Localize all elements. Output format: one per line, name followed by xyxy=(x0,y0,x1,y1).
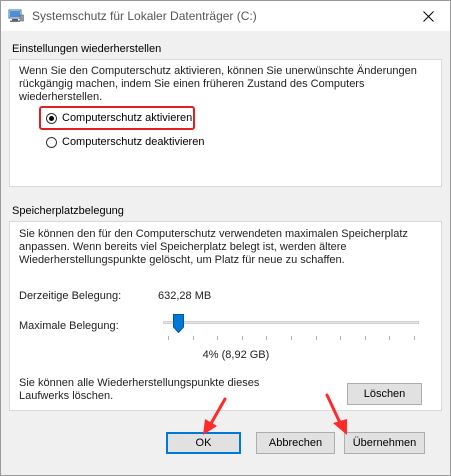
storage-panel: Sie können den für den Computerschutz ve… xyxy=(9,221,442,411)
radio-button-unselected[interactable] xyxy=(46,136,57,148)
slider-tick xyxy=(266,336,268,340)
arrow-ok-icon xyxy=(203,397,227,435)
close-button[interactable] xyxy=(406,1,450,31)
radio-enable-label: Computerschutz aktivieren xyxy=(62,112,193,124)
computer-drive-icon xyxy=(8,9,24,22)
slider-tick xyxy=(340,336,342,340)
max-usage-value: 4% (8,92 GB) xyxy=(202,349,270,361)
storage-description-line-2: anpassen. Wenn bereits viel Speicherplat… xyxy=(19,241,347,253)
slider-tick xyxy=(168,336,169,340)
window-title: Systemschutz für Lokaler Datenträger (C:… xyxy=(32,9,257,23)
apply-button[interactable]: Übernehmen xyxy=(344,432,425,454)
restore-settings-panel: Wenn Sie den Computerschutz aktivieren, … xyxy=(9,59,442,187)
radio-disable-protection[interactable]: Computerschutz deaktivieren xyxy=(46,133,204,151)
system-protection-dialog: Systemschutz für Lokaler Datenträger (C:… xyxy=(0,0,451,476)
restore-description-line-3: wiederherstellen. xyxy=(19,91,103,103)
slider-tick xyxy=(241,336,243,340)
restore-description-line-1: Wenn Sie den Computerschutz aktivieren, … xyxy=(19,65,417,77)
radio-disable-label: Computerschutz deaktivieren xyxy=(62,136,205,148)
radio-enable-protection[interactable]: Computerschutz aktivieren xyxy=(46,109,192,127)
current-usage-value: 632,28 MB xyxy=(158,290,212,302)
close-icon xyxy=(422,10,434,22)
radio-button-selected[interactable] xyxy=(46,112,57,124)
storage-heading: Speicherplatzbelegung xyxy=(12,205,124,217)
slider-tick xyxy=(315,336,317,340)
arrow-apply-icon xyxy=(325,393,347,435)
max-usage-slider-track[interactable] xyxy=(163,321,419,324)
slider-tick xyxy=(389,336,391,340)
restore-description-line-2: rückgängig machen, indem Sie einen frühe… xyxy=(19,78,365,90)
slider-tick xyxy=(192,336,194,340)
delete-text-line-1: Sie können alle Wiederherstellungspunkte… xyxy=(19,377,260,389)
storage-description-line-1: Sie können den für den Computerschutz ve… xyxy=(19,228,408,240)
slider-tick xyxy=(291,336,292,340)
delete-text-line-2: Laufwerks löschen. xyxy=(19,390,114,402)
restore-settings-heading: Einstellungen wiederherstellen xyxy=(12,43,162,55)
slider-tick xyxy=(414,336,415,340)
storage-description-line-3: Wiederherstellungspunkte gelöscht, um Pl… xyxy=(19,254,345,266)
slider-tick xyxy=(364,336,366,340)
title-bar: Systemschutz für Lokaler Datenträger (C:… xyxy=(1,1,450,31)
max-usage-label: Maximale Belegung: xyxy=(19,320,119,332)
slider-tick xyxy=(217,336,219,340)
max-usage-slider-thumb[interactable] xyxy=(172,314,184,333)
delete-button[interactable]: Löschen xyxy=(347,383,422,405)
current-usage-label: Derzeitige Belegung: xyxy=(19,290,122,302)
